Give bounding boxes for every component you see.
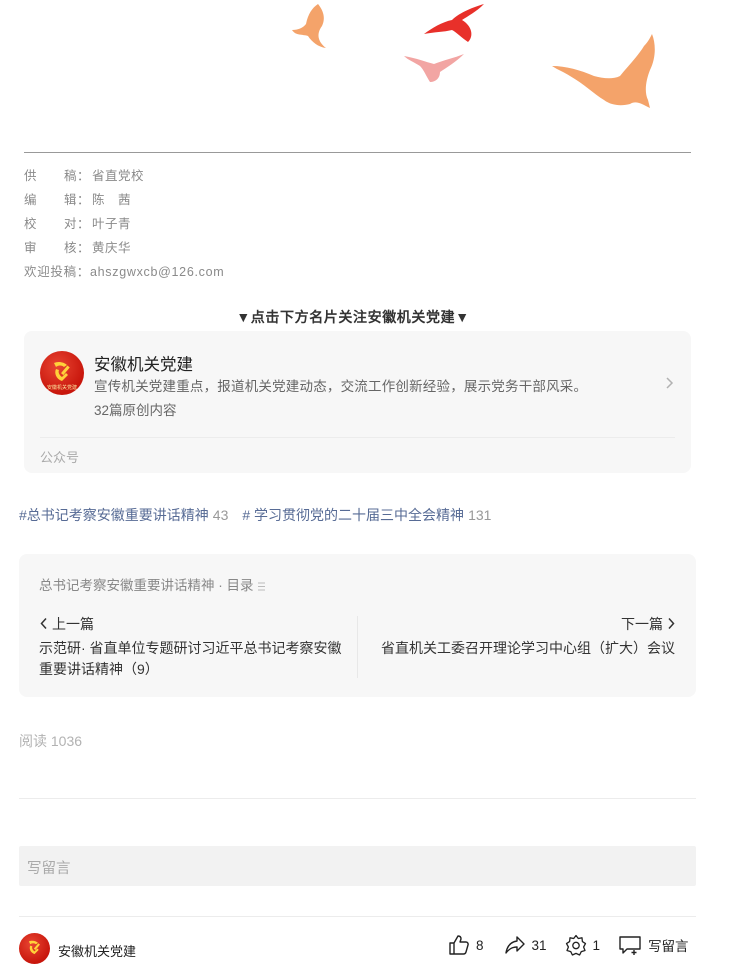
footer-divider <box>19 916 696 917</box>
credit-value: 叶子青 <box>92 217 132 231</box>
footer-actions: 8 31 1 写留言 <box>448 934 689 956</box>
account-avatar: 安徽机关党建 <box>40 351 84 395</box>
dove-red <box>424 4 484 42</box>
wow-count: 1 <box>592 937 601 953</box>
account-article-count: 32篇原创内容 <box>94 403 177 418</box>
hashtag-link[interactable]: #总书记考察安徽重要讲话精神 43 <box>19 505 228 525</box>
footer-account-avatar[interactable] <box>19 933 50 964</box>
credit-row: 编辑 陈 茜 <box>24 188 224 212</box>
credit-value: 省直党校 <box>92 169 145 183</box>
doves-illustration <box>292 4 655 108</box>
submission-email: 欢迎投稿：ahszgwxcb@126.com <box>24 265 225 279</box>
credit-label: 审核 <box>24 236 90 260</box>
thumbs-up-icon <box>449 935 469 955</box>
album-title[interactable]: 总书记考察安徽重要讲话精神 · 目录 <box>39 574 265 594</box>
dove-pink <box>404 54 464 82</box>
like-count: 8 <box>476 937 484 953</box>
card-divider <box>40 437 675 438</box>
party-emblem-icon <box>28 940 40 955</box>
credit-label: 编辑 <box>24 188 90 212</box>
credit-row: 校对 叶子青 <box>24 212 224 236</box>
hashtag-label: # 学习贯彻党的二十届三中全会精神 <box>242 507 465 523</box>
account-description: 宣传机关党建重点，报道机关党建动态，交流工作创新经验，展示党务干部风采。 <box>94 379 588 394</box>
share-count: 31 <box>531 937 547 953</box>
credit-label: 供稿 <box>24 164 90 188</box>
write-comment-label: 写留言 <box>648 939 689 954</box>
previous-article-title[interactable]: 示范研· 省直单位专题研讨习近平总书记考察安徽重要讲话精神（9） <box>39 638 349 680</box>
hashtag-link[interactable]: # 学习贯彻党的二十届三中全会精神 131 <box>242 505 491 525</box>
list-icon <box>257 582 265 591</box>
credits-block: 供稿 省直党校 编辑 陈 茜 校对 叶子青 审核 黄庆华 欢迎投稿：ahszgw… <box>24 164 224 284</box>
hashtag-count: 43 <box>212 507 229 523</box>
credit-row: 供稿 省直党校 <box>24 164 224 188</box>
share-icon <box>504 936 525 954</box>
comment-placeholder: 写留言 <box>27 861 71 877</box>
hashtag-count: 131 <box>468 507 492 523</box>
account-profile-card[interactable]: 安徽机关党建 安徽机关党建 宣传机关党建重点，报道机关党建动态，交流工作创新经验… <box>24 331 691 473</box>
top-divider <box>24 152 691 153</box>
wow-icon <box>565 934 586 956</box>
like-button[interactable]: 8 <box>448 934 484 956</box>
next-article-title[interactable]: 省直机关工委召开理论学习中心组（扩大）会议 <box>377 638 675 659</box>
chevron-left-icon <box>40 617 47 630</box>
share-button[interactable]: 31 <box>504 934 547 956</box>
account-type: 公众号 <box>40 450 80 465</box>
album-navigation-card: 总书记考察安徽重要讲话精神 · 目录 上一篇 下一篇 示范研· 省直单位专题研讨… <box>19 554 696 697</box>
section-divider <box>19 798 696 799</box>
footer-account-name[interactable]: 安徽机关党建 <box>58 941 136 960</box>
follow-hint: ▼点击下方名片关注安徽机关党建▼ <box>236 309 470 325</box>
comment-input[interactable]: 写留言 <box>19 846 696 886</box>
dove-orange-large <box>552 34 655 108</box>
credit-value: 黄庆华 <box>92 241 132 255</box>
credit-label: 校对 <box>24 212 90 236</box>
party-emblem-icon: 安徽机关党建 <box>47 361 77 391</box>
avatar-text: 安徽机关党建 <box>47 384 77 391</box>
hashtag-list: #总书记考察安徽重要讲话精神 43 # 学习贯彻党的二十届三中全会精神 131 <box>19 505 491 525</box>
write-comment-button[interactable]: 写留言 <box>618 934 689 956</box>
album-divider <box>357 616 358 678</box>
account-name: 安徽机关党建 <box>94 356 193 374</box>
dove-orange-small <box>292 4 326 48</box>
chevron-right-icon <box>666 377 674 389</box>
credit-row: 审核 黄庆华 <box>24 236 224 260</box>
next-article-label[interactable]: 下一篇 <box>621 614 676 634</box>
read-count: 阅读 1036 <box>19 733 83 749</box>
chevron-right-icon <box>668 617 675 630</box>
hashtag-label: #总书记考察安徽重要讲话精神 <box>19 507 209 523</box>
comment-icon <box>619 936 641 955</box>
wow-button[interactable]: 1 <box>565 934 601 956</box>
credit-value: 陈 茜 <box>92 193 132 207</box>
previous-article-label[interactable]: 上一篇 <box>39 614 94 634</box>
